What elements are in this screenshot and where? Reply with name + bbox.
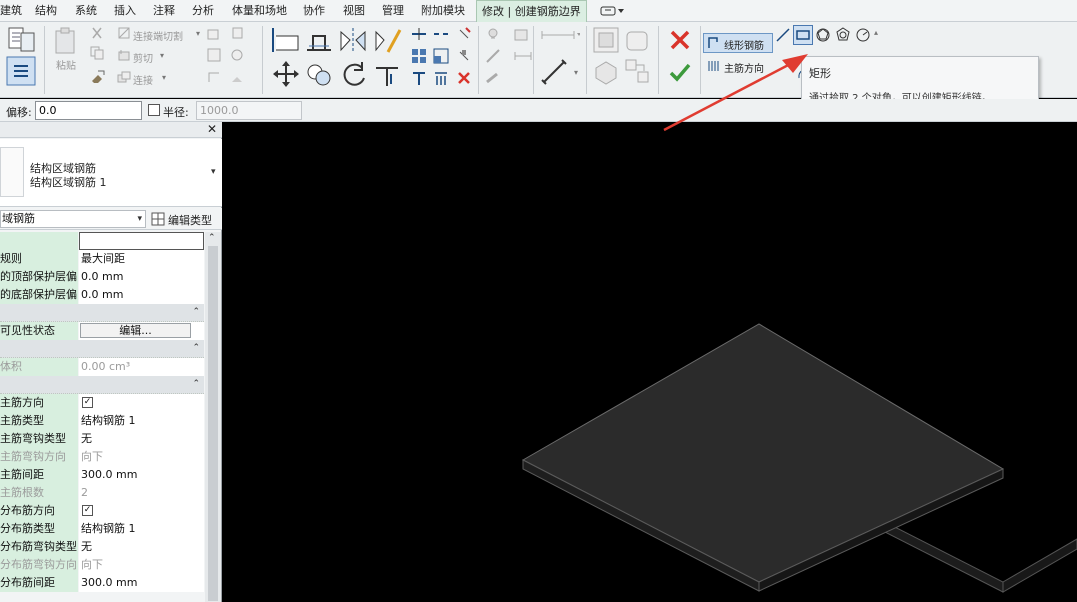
- red-arrow-head: [782, 54, 808, 73]
- annotation-arrow-layer: [663, 54, 808, 132]
- revit-window: 建筑 结构 系统 插入 注释 分析 体量和场地 协作 视图 管理 附加模块 修改…: [0, 0, 1077, 602]
- red-arrow-line: [663, 60, 795, 132]
